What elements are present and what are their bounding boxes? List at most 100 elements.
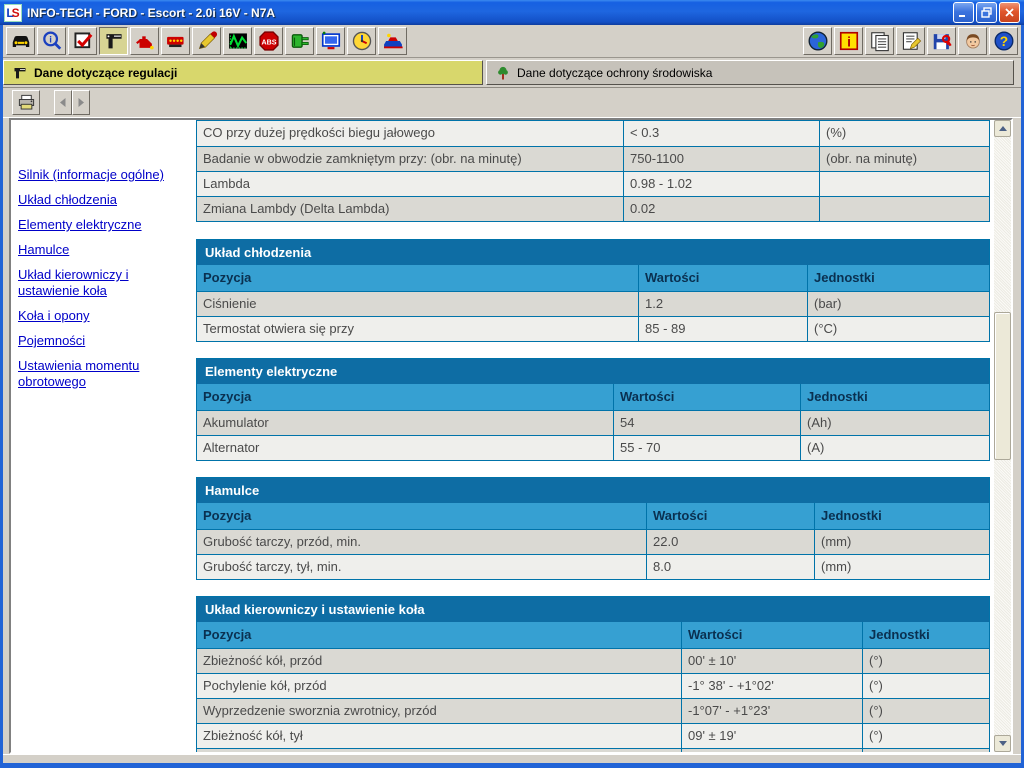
item-cell: Akumulator: [197, 411, 613, 435]
restore-button[interactable]: [976, 2, 997, 23]
svg-text:i: i: [49, 34, 52, 45]
tab-label: Dane dotyczące ochrony środowiska: [517, 66, 712, 80]
item-cell: Zbieżność kół, tył: [197, 724, 681, 748]
tree-icon: [495, 65, 511, 81]
window-controls: [953, 2, 1020, 23]
item-cell: Lambda: [197, 172, 623, 196]
abs-button[interactable]: ABS: [254, 27, 283, 55]
item-cell: Grubość tarczy, tył, min.: [197, 555, 646, 579]
repair-times-button[interactable]: [192, 27, 221, 55]
table-row: Zbieżność kół, tył 09' ± 19' (°): [197, 723, 989, 748]
unit-cell: [819, 172, 989, 196]
table-row: Zbieżność kół, przód 00' ± 10' (°): [197, 648, 989, 673]
engine-button[interactable]: [161, 27, 190, 55]
item-cell: Zbieżność kół, przód: [197, 649, 681, 673]
value-cell: 1.2: [638, 292, 807, 316]
sidebar-link-wheels[interactable]: Koła i opony: [18, 308, 190, 324]
header-cell: Jednostki: [800, 384, 989, 410]
inspection-checklist-button[interactable]: [68, 27, 97, 55]
search-info-button[interactable]: i: [37, 27, 66, 55]
app-window: LS INFO-TECH - FORD - Escort - 2.0i 16V …: [0, 0, 1024, 768]
unit-cell: (Ah): [800, 411, 989, 435]
floppy-key-icon: [931, 30, 953, 52]
edit-notes-button[interactable]: [896, 27, 925, 55]
lubricants-button[interactable]: [130, 27, 159, 55]
sidebar-link-steering[interactable]: Układ kierowniczy i ustawienie koła: [18, 267, 190, 299]
item-cell: Grubość tarczy, przód, min.: [197, 530, 646, 554]
value-cell: 54: [613, 411, 800, 435]
vertical-scrollbar[interactable]: [994, 120, 1011, 752]
service-intervals-button[interactable]: [347, 27, 376, 55]
tab-regulation-data[interactable]: Dane dotyczące regulacji: [3, 60, 483, 85]
sidebar-link-electrical[interactable]: Elementy elektryczne: [18, 217, 190, 233]
edit-note-icon: [900, 30, 922, 52]
header-cell: Jednostki: [814, 503, 989, 529]
print-button[interactable]: [12, 90, 40, 115]
sidebar-link-brakes[interactable]: Hamulce: [18, 242, 190, 258]
scroll-down-button[interactable]: [994, 735, 1011, 752]
header-cell: Pozycja: [197, 265, 638, 291]
minimize-button[interactable]: [953, 2, 974, 23]
header-cell: Pozycja: [197, 503, 646, 529]
info-button[interactable]: i: [834, 27, 863, 55]
connectors-button[interactable]: [285, 27, 314, 55]
table-steering: Układ kierowniczy i ustawienie koła Pozy…: [196, 596, 990, 754]
table-row: Akumulator 54 (Ah): [197, 410, 989, 435]
documents-button[interactable]: [865, 27, 894, 55]
value-cell: 8.0: [646, 555, 814, 579]
svg-text:i: i: [847, 35, 851, 50]
unit-cell: (mm): [814, 555, 989, 579]
svg-text:?: ?: [999, 34, 1007, 49]
customer-button[interactable]: [958, 27, 987, 55]
monitor-icon: [320, 30, 342, 52]
unit-cell: (°): [862, 649, 989, 673]
table-title: Układ chłodzenia: [197, 240, 989, 265]
vehicle-data-button[interactable]: [6, 27, 35, 55]
scroll-up-button[interactable]: [994, 120, 1011, 137]
header-cell: Wartości: [613, 384, 800, 410]
close-button[interactable]: [999, 2, 1020, 23]
adjustment-data-button[interactable]: [99, 27, 128, 55]
table-header-row: Pozycja Wartości Jednostki: [197, 503, 989, 529]
value-cell: -1° 38' - +1°02': [681, 674, 862, 698]
item-cell: Termostat otwiera się przy: [197, 317, 638, 341]
oil-service-button[interactable]: [378, 27, 407, 55]
tab-bar: Dane dotyczące regulacji Dane dotyczące …: [0, 58, 1024, 88]
table-electrical: Elementy elektryczne Pozycja Wartości Je…: [196, 358, 990, 461]
value-cell: -1°07' - +1°23': [681, 699, 862, 723]
diagnostic-monitor-button[interactable]: [316, 27, 345, 55]
sidebar-link-engine[interactable]: Silnik (informacje ogólne): [18, 167, 190, 183]
access-key-button[interactable]: [927, 27, 956, 55]
sidebar-link-torque[interactable]: Ustawienia momentu obrotowego: [18, 358, 190, 390]
magnifier-info-icon: i: [41, 30, 63, 52]
unit-cell: (°): [862, 674, 989, 698]
sidebar-link-capacities[interactable]: Pojemności: [18, 333, 190, 349]
back-button[interactable]: [54, 90, 72, 115]
diagnostics-scope-button[interactable]: [223, 27, 252, 55]
table-row: Grubość tarczy, przód, min. 22.0 (mm): [197, 529, 989, 554]
header-cell: Jednostki: [862, 622, 989, 648]
item-cell: CO przy dużej prędkości biegu jałowego: [197, 121, 623, 146]
clock-icon: [351, 30, 373, 52]
car-oil-icon: [382, 30, 404, 52]
table-header-row: Pozycja Wartości Jednostki: [197, 265, 989, 291]
sidebar-link-cooling[interactable]: Układ chłodzenia: [18, 192, 190, 208]
window-border-left: [0, 25, 3, 763]
help-button[interactable]: ?: [989, 27, 1018, 55]
app-icon: LS: [4, 4, 22, 22]
item-cell: Ciśnienie: [197, 292, 638, 316]
forward-button[interactable]: [72, 90, 90, 115]
globe-icon: [807, 30, 829, 52]
tab-environment-data[interactable]: Dane dotyczące ochrony środowiska: [486, 60, 1014, 85]
item-cell: Wyprzedzenie sworznia zwrotnicy, przód: [197, 699, 681, 723]
table-row: Zmiana Lambdy (Delta Lambda) 0.02: [197, 196, 989, 221]
window-border-bottom: [0, 763, 1024, 768]
unit-cell: (%): [819, 121, 989, 146]
section-nav: Silnik (informacje ogólne) Układ chłodze…: [18, 167, 190, 399]
value-cell: 0.02: [623, 197, 819, 221]
scrollbar-thumb[interactable]: [994, 312, 1011, 460]
table-row: CO przy dużej prędkości biegu jałowego <…: [197, 121, 989, 146]
abs-icon: ABS: [258, 30, 280, 52]
internet-button[interactable]: [803, 27, 832, 55]
value-cell: 85 - 89: [638, 317, 807, 341]
